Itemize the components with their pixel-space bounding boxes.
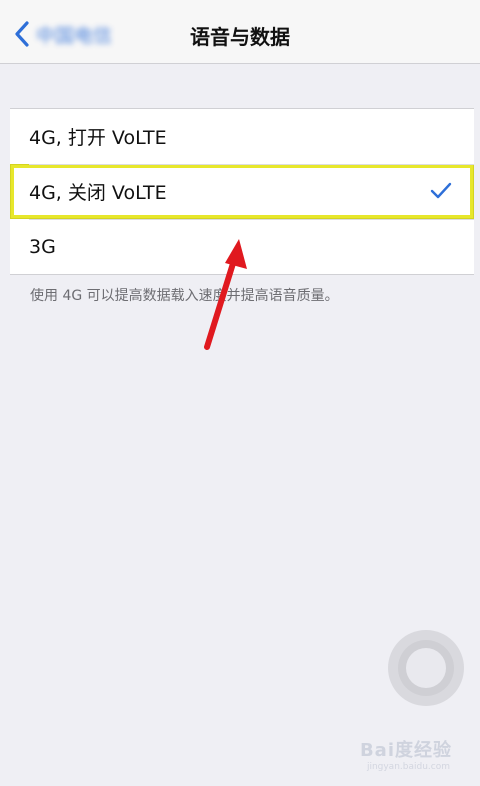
checkmark-icon (430, 182, 452, 199)
option-label: 4G, 关闭 VoLTE (29, 182, 167, 204)
assistive-touch-center (406, 648, 446, 688)
option-label: 4G, 打开 VoLTE (29, 127, 167, 149)
footer-note: 使用 4G 可以提高数据载入速度并提高语音质量。 (30, 288, 339, 304)
assistive-touch-ring (398, 640, 454, 696)
option-label: 3G (29, 235, 56, 258)
watermark-url: jingyan.baidu.com (366, 762, 450, 772)
assistive-touch-button[interactable] (388, 630, 464, 706)
option-4g-volte-on[interactable]: 4G, 打开 VoLTE (10, 109, 474, 164)
page-title: 语音与数据 (190, 25, 290, 49)
navigation-bar: 中国电信 语音与数据 (0, 0, 480, 64)
watermark-logo: Bai度经验 (359, 740, 452, 761)
red-arrow-annotation (204, 239, 247, 350)
option-4g-volte-off[interactable]: 4G, 关闭 VoLTE (10, 164, 474, 219)
